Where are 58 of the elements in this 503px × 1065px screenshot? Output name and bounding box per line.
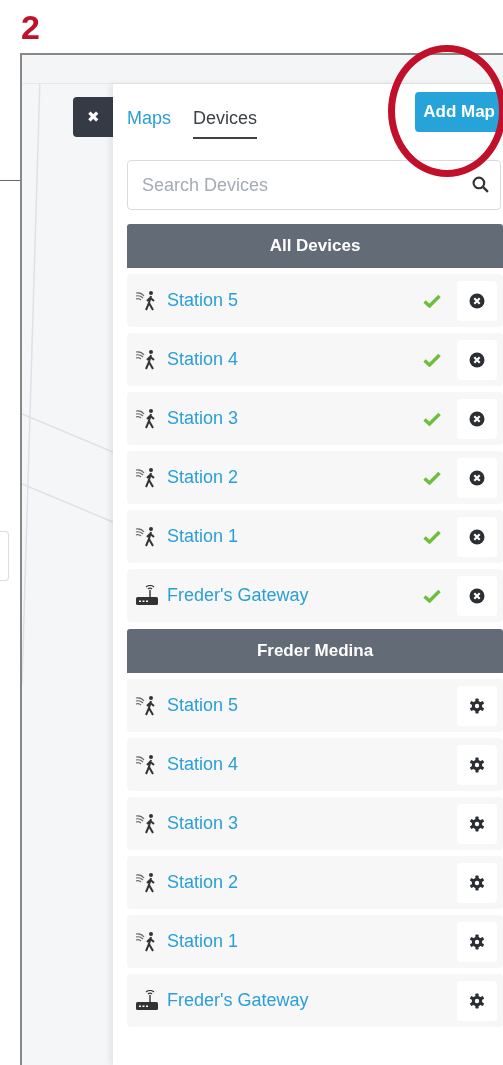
tab[interactable]: Devices [193, 102, 258, 139]
circle-x-icon [469, 410, 485, 427]
device-link[interactable]: Station 5 [167, 290, 423, 311]
settings-button[interactable] [457, 980, 497, 1021]
search-field[interactable]: Search Devices [127, 160, 501, 210]
settings-icon [469, 992, 485, 1009]
close-button[interactable]: ✖ [73, 97, 113, 137]
group-header: All Devices [127, 224, 503, 268]
search-icon [472, 176, 489, 193]
circle-x-icon [469, 292, 485, 309]
device-link[interactable]: Station 3 [167, 813, 457, 834]
settings-button[interactable] [457, 744, 497, 785]
device-row[interactable]: Station 3 [127, 797, 503, 850]
settings-button[interactable] [457, 862, 497, 903]
device-link[interactable]: Station 1 [167, 931, 457, 952]
remove-button[interactable] [457, 339, 497, 380]
remove-button[interactable] [457, 575, 497, 616]
settings-button[interactable] [457, 921, 497, 962]
device-row[interactable]: Station 5 [127, 679, 503, 732]
settings-icon [469, 933, 485, 950]
device-row[interactable]: Station 3 [127, 392, 503, 445]
settings-icon [469, 815, 485, 832]
device-row[interactable]: Station 4 [127, 738, 503, 791]
device-link[interactable]: Station 5 [167, 695, 457, 716]
device-row[interactable]: Freder's Gateway [127, 569, 503, 622]
device-row[interactable]: Freder's Gateway [127, 974, 503, 1027]
circle-x-icon [469, 528, 485, 545]
remove-button[interactable] [457, 398, 497, 439]
device-row[interactable]: Station 2 [127, 856, 503, 909]
device-link[interactable]: Freder's Gateway [167, 990, 457, 1011]
device-link[interactable]: Station 4 [167, 754, 457, 775]
step-number: 2 [20, 7, 41, 45]
device-row[interactable]: Station 4 [127, 333, 503, 386]
router-icon [135, 989, 159, 1012]
device-row[interactable]: Station 2 [127, 451, 503, 504]
remove-button[interactable] [457, 516, 497, 557]
device-link[interactable]: Station 2 [167, 872, 457, 893]
tab[interactable]: Maps [127, 102, 171, 139]
device-row[interactable]: Station 5 [127, 274, 503, 327]
device-row[interactable]: Station 1 [127, 915, 503, 968]
device-link[interactable]: Freder's Gateway [167, 585, 423, 606]
router-icon [135, 584, 159, 607]
settings-button[interactable] [457, 803, 497, 844]
device-row[interactable]: Station 1 [127, 510, 503, 563]
settings-icon [469, 697, 485, 714]
settings-button[interactable] [457, 685, 497, 726]
device-link[interactable]: Station 1 [167, 526, 423, 547]
device-link[interactable]: Station 2 [167, 467, 423, 488]
settings-icon [469, 874, 485, 891]
settings-icon [469, 756, 485, 773]
group-header: Freder Medina [127, 629, 503, 673]
circle-x-icon [469, 469, 485, 486]
circle-x-icon [469, 351, 485, 368]
device-link[interactable]: Station 3 [167, 408, 423, 429]
remove-button[interactable] [457, 457, 497, 498]
remove-button[interactable] [457, 280, 497, 321]
device-link[interactable]: Station 4 [167, 349, 423, 370]
circle-x-icon [469, 587, 485, 604]
